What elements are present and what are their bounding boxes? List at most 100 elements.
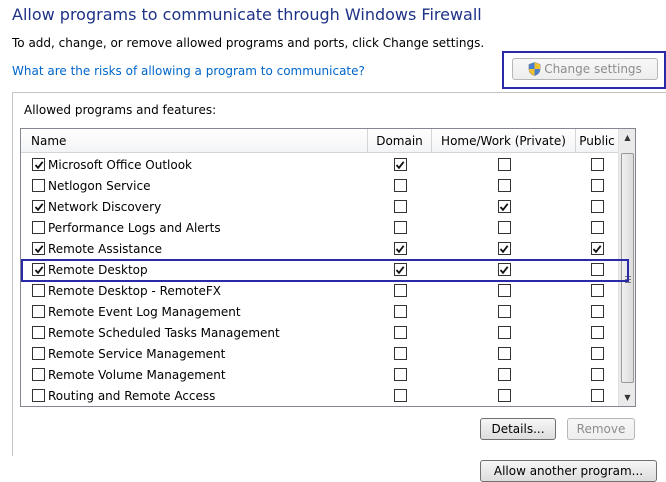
home-checkbox[interactable]	[497, 368, 511, 381]
public-cell	[576, 196, 618, 217]
list-item[interactable]: Performance Logs and Alerts	[21, 217, 618, 238]
domain-checkbox[interactable]	[393, 242, 407, 255]
risks-help-link[interactable]: What are the risks of allowing a program…	[12, 64, 365, 78]
remove-button[interactable]: Remove	[567, 418, 635, 440]
public-checkbox[interactable]	[590, 242, 604, 255]
domain-checkbox[interactable]	[393, 284, 407, 297]
program-enabled-checkbox[interactable]	[32, 305, 45, 318]
home-checkbox[interactable]	[497, 326, 511, 339]
program-name-label: Remote Volume Management	[48, 367, 226, 382]
column-header-domain[interactable]: Domain	[368, 129, 432, 153]
home-checkbox[interactable]	[497, 158, 511, 171]
column-name-label: Name	[31, 134, 67, 148]
list-item[interactable]: Remote Service Management	[21, 343, 618, 364]
allow-another-program-button[interactable]: Allow another program...	[480, 460, 657, 482]
column-domain-label: Domain	[376, 134, 423, 148]
home-cell	[432, 343, 576, 364]
program-enabled-checkbox[interactable]	[32, 242, 45, 255]
list-item[interactable]: Remote Assistance	[21, 238, 618, 259]
program-name-cell: Routing and Remote Access	[21, 385, 368, 406]
list-item[interactable]: Network Discovery	[21, 196, 618, 217]
public-checkbox[interactable]	[590, 326, 604, 339]
program-name-cell: Remote Event Log Management	[21, 301, 368, 322]
public-cell	[576, 154, 618, 175]
domain-checkbox[interactable]	[393, 305, 407, 318]
domain-cell	[368, 217, 432, 238]
domain-checkbox[interactable]	[393, 179, 407, 192]
public-checkbox[interactable]	[590, 284, 604, 297]
domain-checkbox[interactable]	[393, 158, 407, 171]
public-checkbox[interactable]	[590, 179, 604, 192]
program-name-label: Performance Logs and Alerts	[48, 220, 221, 235]
list-item[interactable]: Remote Desktop - RemoteFX	[21, 280, 618, 301]
list-item[interactable]: Microsoft Office Outlook	[21, 154, 618, 175]
program-name-label: Remote Desktop - RemoteFX	[48, 283, 221, 298]
column-public-label: Public	[579, 134, 615, 148]
home-cell	[432, 385, 576, 406]
program-name-label: Netlogon Service	[48, 178, 151, 193]
home-cell	[432, 301, 576, 322]
domain-cell	[368, 385, 432, 406]
domain-checkbox[interactable]	[393, 368, 407, 381]
public-checkbox[interactable]	[590, 200, 604, 213]
domain-checkbox[interactable]	[393, 221, 407, 234]
program-enabled-checkbox[interactable]	[32, 326, 45, 339]
uac-shield-icon	[528, 62, 541, 76]
domain-checkbox[interactable]	[393, 389, 407, 402]
page-title: Allow programs to communicate through Wi…	[12, 5, 482, 24]
public-checkbox[interactable]	[590, 221, 604, 234]
column-header-public[interactable]: Public	[576, 129, 618, 153]
list-item[interactable]: Remote Event Log Management	[21, 301, 618, 322]
home-cell	[432, 364, 576, 385]
domain-checkbox[interactable]	[393, 200, 407, 213]
public-checkbox[interactable]	[590, 347, 604, 360]
program-enabled-checkbox[interactable]	[32, 347, 45, 360]
scroll-up-arrow-icon[interactable]: ▲	[619, 129, 635, 146]
change-settings-label: Change settings	[544, 62, 642, 76]
list-item[interactable]: Routing and Remote Access	[21, 385, 618, 406]
scroll-down-arrow-icon[interactable]: ▼	[619, 389, 635, 406]
list-item[interactable]: Netlogon Service	[21, 175, 618, 196]
list-item[interactable]: Remote Volume Management	[21, 364, 618, 385]
home-checkbox[interactable]	[497, 284, 511, 297]
program-enabled-checkbox[interactable]	[32, 284, 45, 297]
home-checkbox[interactable]	[497, 242, 511, 255]
list-item[interactable]: Remote Scheduled Tasks Management	[21, 322, 618, 343]
public-checkbox[interactable]	[590, 158, 604, 171]
program-name-cell: Remote Desktop - RemoteFX	[21, 280, 368, 301]
domain-checkbox[interactable]	[393, 326, 407, 339]
details-button[interactable]: Details...	[480, 418, 556, 440]
home-cell	[432, 238, 576, 259]
column-header-name[interactable]: Name	[21, 129, 368, 153]
domain-cell	[368, 364, 432, 385]
remote-desktop-highlight	[21, 259, 629, 282]
public-checkbox[interactable]	[590, 305, 604, 318]
program-enabled-checkbox[interactable]	[32, 179, 45, 192]
program-enabled-checkbox[interactable]	[32, 368, 45, 381]
change-settings-button[interactable]: Change settings	[512, 58, 658, 80]
public-cell	[576, 322, 618, 343]
column-home-label: Home/Work (Private)	[441, 134, 566, 148]
home-checkbox[interactable]	[497, 389, 511, 402]
home-checkbox[interactable]	[497, 305, 511, 318]
home-cell	[432, 217, 576, 238]
home-checkbox[interactable]	[497, 179, 511, 192]
program-name-label: Remote Scheduled Tasks Management	[48, 325, 280, 340]
public-checkbox[interactable]	[590, 368, 604, 381]
domain-checkbox[interactable]	[393, 347, 407, 360]
public-checkbox[interactable]	[590, 389, 604, 402]
program-name-label: Routing and Remote Access	[48, 388, 216, 403]
program-enabled-checkbox[interactable]	[32, 389, 45, 402]
column-header-home[interactable]: Home/Work (Private)	[432, 129, 576, 153]
home-cell	[432, 322, 576, 343]
home-cell	[432, 196, 576, 217]
home-checkbox[interactable]	[497, 200, 511, 213]
program-name-label: Remote Event Log Management	[48, 304, 241, 319]
program-name-label: Remote Service Management	[48, 346, 226, 361]
home-checkbox[interactable]	[497, 221, 511, 234]
domain-cell	[368, 238, 432, 259]
program-enabled-checkbox[interactable]	[32, 158, 45, 171]
program-enabled-checkbox[interactable]	[32, 200, 45, 213]
home-checkbox[interactable]	[497, 347, 511, 360]
program-enabled-checkbox[interactable]	[32, 221, 45, 234]
